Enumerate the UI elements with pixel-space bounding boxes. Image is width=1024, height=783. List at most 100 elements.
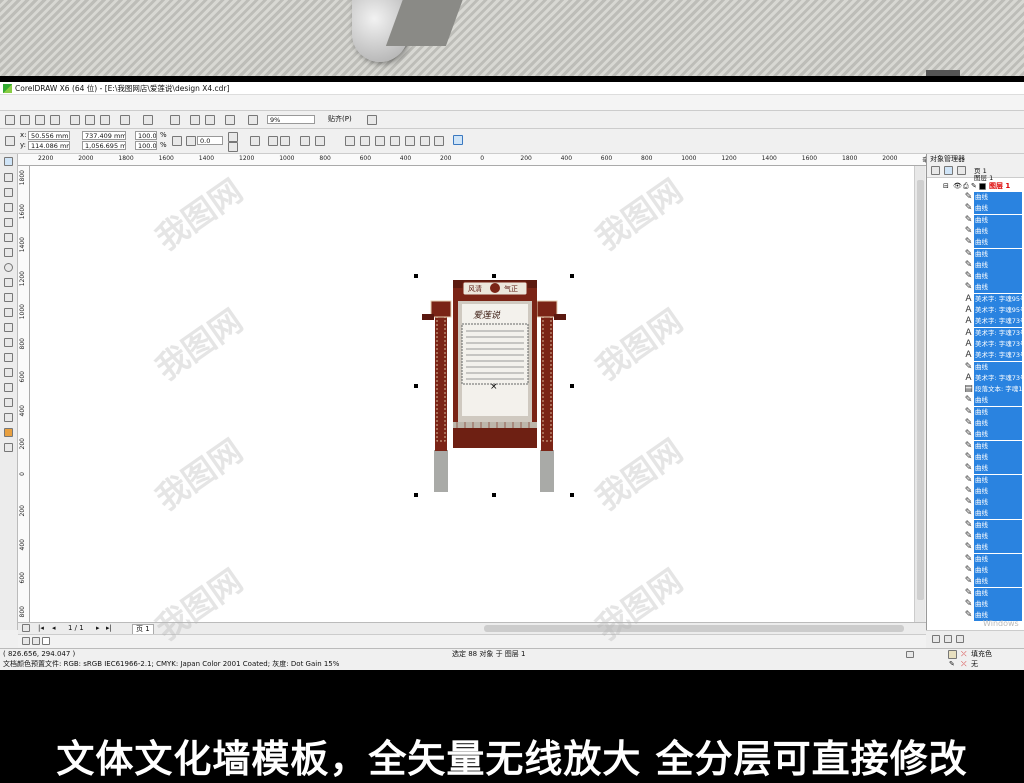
paste-icon[interactable] [100, 115, 110, 125]
object-list-item[interactable]: A 美术字: 字魂73号 [964, 372, 1024, 384]
horizontal-scrollbar[interactable] [484, 625, 904, 632]
object-list-item[interactable]: A 美术字: 字魂73号 [964, 327, 1024, 339]
layer-manager-icon[interactable] [957, 166, 966, 175]
object-list-item[interactable]: ✎ 曲线 [964, 192, 1024, 203]
object-list-item[interactable]: ✎ 曲线 [964, 225, 1024, 237]
eyedropper-tool-icon[interactable] [4, 398, 13, 407]
y-position-field[interactable]: 114.086 mm [28, 141, 70, 150]
object-list-item[interactable]: ✎ 曲线 [964, 440, 1024, 452]
basic-shapes-tool-icon[interactable] [4, 293, 13, 302]
object-list-item[interactable]: ✎ 曲线 [964, 531, 1024, 542]
import-icon[interactable] [190, 115, 200, 125]
vertical-scrollbar[interactable] [914, 166, 925, 622]
simplify-icon[interactable] [390, 136, 400, 146]
object-list-item[interactable]: ✎ 曲线 [964, 508, 1024, 520]
first-page-icon[interactable]: |◂ [38, 624, 44, 633]
show-properties-icon[interactable] [931, 166, 940, 175]
transparency-tool-icon[interactable] [4, 383, 13, 392]
next-page-icon[interactable]: ▸ [96, 624, 100, 633]
edit-across-layers-icon[interactable] [944, 166, 953, 175]
search-content-icon[interactable] [170, 115, 180, 125]
object-list-item[interactable]: ✎ 曲线 [964, 406, 1024, 418]
object-list-item[interactable]: ▤段落文本: 字魂10号 [964, 384, 1024, 396]
rotation-field[interactable]: 0.0 [197, 136, 223, 145]
align-icon[interactable] [250, 136, 260, 146]
object-list-item[interactable]: ✎ 曲线 [964, 203, 1024, 215]
object-list-item[interactable]: ✎ 曲线 [964, 395, 1024, 407]
last-page-icon[interactable]: ▸| [106, 624, 112, 633]
combine-icon[interactable] [300, 136, 310, 146]
zoom-tool-icon[interactable] [4, 203, 13, 212]
zoom-level-select[interactable]: 9% [267, 115, 315, 124]
ungroup-icon[interactable] [280, 136, 290, 146]
freehand-tool-icon[interactable] [4, 218, 13, 227]
prev-page-icon[interactable]: ◂ [52, 624, 56, 633]
scale-x-field[interactable]: 100.0 [135, 131, 157, 140]
mirror-horizontal-icon[interactable] [228, 132, 238, 142]
eyedropper-icon[interactable] [32, 637, 40, 645]
color-profile-info[interactable]: 文档颜色预置文件: RGB: sRGB IEC61966-2.1; CMYK: … [3, 660, 339, 669]
new-layer-icon[interactable] [932, 635, 940, 643]
width-field[interactable]: 737.409 mm [82, 131, 126, 140]
collapse-layer-icon[interactable]: ⊟ [943, 182, 949, 191]
object-list-item[interactable]: ✎ 曲线 [964, 451, 1024, 463]
redo-icon[interactable] [143, 115, 153, 125]
front-minus-back-icon[interactable] [405, 136, 415, 146]
x-position-field[interactable]: 50.556 mm [28, 131, 70, 140]
copy-icon[interactable] [85, 115, 95, 125]
new-master-layer-icon[interactable] [944, 635, 952, 643]
delete-layer-icon[interactable] [956, 635, 964, 643]
table-tool-icon[interactable] [4, 323, 13, 332]
object-list-item[interactable]: ✎ 曲线 [964, 576, 1024, 588]
vertical-scroll-thumb[interactable] [917, 180, 924, 600]
rotation-icon[interactable] [186, 136, 196, 146]
horizontal-ruler[interactable]: 2200 2000 1800 1600 1400 1200 1000 800 600 400 200… [18, 154, 926, 166]
object-list-item[interactable]: ✎ 曲线 [964, 463, 1024, 475]
object-list-item[interactable]: ✎ 曲线 [964, 429, 1024, 441]
mirror-vertical-icon[interactable] [228, 142, 238, 152]
layer-name[interactable]: 图层 1 [989, 182, 1010, 191]
smart-fill-tool-icon[interactable] [4, 233, 13, 242]
object-origin-icon[interactable] [5, 136, 15, 146]
object-list-item[interactable]: ✎ 曲线 [964, 259, 1024, 271]
lock-ratio-icon[interactable] [172, 136, 182, 146]
cut-icon[interactable] [70, 115, 80, 125]
options-icon[interactable] [367, 115, 377, 125]
group-icon[interactable] [268, 136, 278, 146]
export-icon[interactable] [205, 115, 215, 125]
rectangle-tool-icon[interactable] [4, 248, 13, 257]
save-icon[interactable] [35, 115, 45, 125]
object-list-item[interactable]: ✎ 曲线 [964, 237, 1024, 249]
object-list-item[interactable]: A 美术字: 字魂95号 [964, 305, 1024, 316]
object-list-item[interactable]: ✎ 曲线 [964, 282, 1024, 294]
app-launcher-icon[interactable] [248, 115, 258, 125]
snap-to-dropdown[interactable]: 贴齐(P) [328, 115, 352, 124]
quick-customize-icon[interactable] [906, 651, 914, 658]
object-list-item[interactable]: ✎ 曲线 [964, 248, 1024, 260]
object-list-item[interactable]: A 美术字: 字魂73号 [964, 350, 1024, 362]
object-list-item[interactable]: A 美术字: 字魂95号 [964, 293, 1024, 305]
pick-tool-icon[interactable] [4, 157, 13, 166]
object-list-item[interactable]: ✎ 曲线 [964, 214, 1024, 226]
open-icon[interactable] [20, 115, 30, 125]
scale-y-field[interactable]: 100.0 [135, 141, 157, 150]
object-list-item[interactable]: A 美术字: 字魂73号 [964, 316, 1024, 328]
object-list-item[interactable]: ✎ 曲线 [964, 271, 1024, 283]
outline-tool-icon[interactable] [4, 413, 13, 422]
object-list-item[interactable]: ✎ 曲线 [964, 564, 1024, 576]
dimension-tool-icon[interactable] [4, 338, 13, 347]
text-tool-icon[interactable] [4, 308, 13, 317]
object-list-item[interactable]: ✎ 曲线 [964, 361, 1024, 373]
object-list-item[interactable]: A 美术字: 字魂73号 [964, 338, 1024, 350]
intersect-icon[interactable] [375, 136, 385, 146]
ellipse-tool-icon[interactable] [4, 263, 13, 272]
drawing-canvas[interactable]: 风清 气正 爱莲说 × [30, 166, 914, 622]
back-minus-front-icon[interactable] [420, 136, 430, 146]
object-list-item[interactable]: ✎ 曲线 [964, 485, 1024, 497]
interactive-fill-tool-icon[interactable] [4, 443, 13, 452]
boundary-icon[interactable] [434, 136, 444, 146]
publish-pdf-icon[interactable] [225, 115, 235, 125]
align-distribute-icon[interactable] [453, 135, 463, 145]
object-list-item[interactable]: ✎ 曲线 [964, 553, 1024, 565]
blend-tool-icon[interactable] [4, 368, 13, 377]
